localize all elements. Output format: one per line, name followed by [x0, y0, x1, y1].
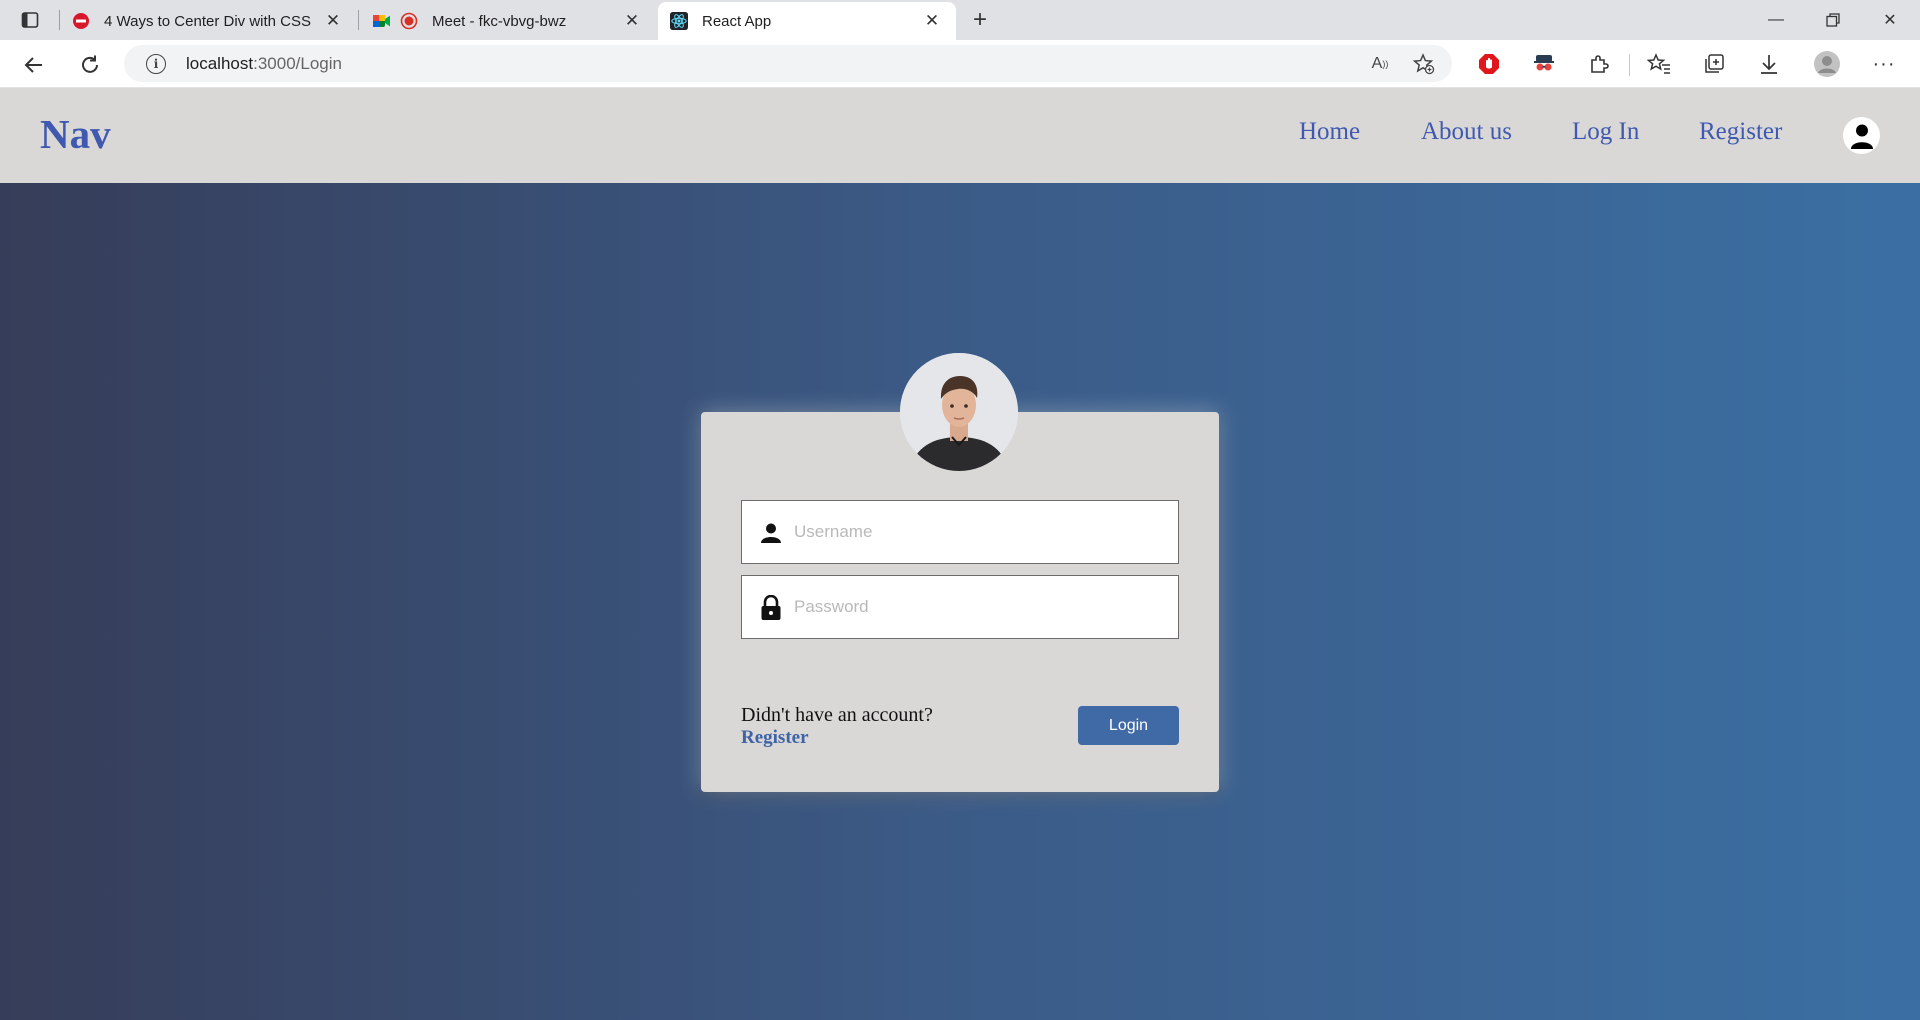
tab-title: React App [702, 12, 772, 30]
profile-photo [900, 353, 1018, 471]
profile-icon[interactable] [1813, 51, 1841, 77]
close-icon[interactable]: ✕ [922, 11, 942, 31]
lock-icon [759, 595, 783, 621]
close-window-button[interactable]: ✕ [1862, 0, 1918, 40]
browser-tab-bar: 4 Ways to Center Div with CSS - ✕ Meet -… [0, 0, 1920, 40]
site-navbar: Nav Home About us Log In Register [0, 88, 1920, 183]
refresh-button[interactable] [75, 50, 105, 80]
add-favorite-icon[interactable] [1412, 53, 1436, 75]
minimize-button[interactable]: — [1748, 0, 1804, 40]
brand-logo[interactable]: Nav [40, 110, 111, 158]
extensions-icon[interactable] [1585, 51, 1613, 77]
register-link[interactable]: Register [741, 727, 809, 749]
user-avatar[interactable] [1843, 117, 1880, 154]
back-button[interactable] [19, 50, 49, 80]
new-tab-button[interactable]: + [966, 6, 994, 34]
close-icon[interactable]: ✕ [622, 11, 642, 31]
tab-title: 4 Ways to Center Div with CSS - [104, 12, 315, 30]
downloads-icon[interactable] [1755, 51, 1783, 77]
nav-home-link[interactable]: Home [1299, 118, 1360, 146]
address-bar[interactable]: i localhost:3000/Login A)) [124, 45, 1452, 82]
username-field[interactable] [741, 500, 1179, 564]
password-field[interactable] [741, 575, 1179, 639]
register-prompt: Didn't have an account? [741, 704, 933, 726]
spy-extension-icon[interactable] [1530, 51, 1558, 77]
user-icon [1850, 124, 1873, 149]
collections-icon[interactable] [1700, 51, 1728, 77]
more-menu-icon[interactable]: ··· [1870, 51, 1898, 77]
favorites-icon[interactable] [1645, 51, 1673, 77]
react-icon [670, 12, 688, 30]
nav-about-link[interactable]: About us [1421, 118, 1512, 146]
adblock-icon[interactable] [1475, 51, 1503, 77]
nav-register-link[interactable]: Register [1699, 118, 1782, 146]
tab-separator [358, 10, 359, 30]
recording-icon [400, 12, 418, 30]
username-input[interactable] [794, 501, 1164, 563]
url-text: localhost:3000/Login [186, 54, 342, 73]
nav-login-link[interactable]: Log In [1572, 118, 1639, 146]
google-meet-icon [372, 12, 390, 30]
tab-actions-icon[interactable] [18, 9, 42, 31]
tab-center-div[interactable]: 4 Ways to Center Div with CSS - ✕ [60, 2, 357, 40]
browser-toolbar: i localhost:3000/Login A)) ··· [0, 40, 1920, 88]
password-input[interactable] [794, 576, 1164, 638]
tab-meet[interactable]: Meet - fkc-vbvg-bwz ✕ [360, 2, 656, 40]
close-icon[interactable]: ✕ [323, 11, 343, 31]
tab-react-app[interactable]: React App ✕ [658, 2, 956, 40]
user-icon [759, 520, 783, 546]
login-button[interactable]: Login [1078, 706, 1179, 745]
toolbar-separator [1629, 54, 1630, 76]
read-aloud-icon[interactable]: A)) [1368, 53, 1392, 75]
restore-button[interactable] [1805, 0, 1861, 40]
tab-title: Meet - fkc-vbvg-bwz [432, 12, 567, 30]
page-background: Nav Home About us Log In Register Didn't… [0, 88, 1920, 1020]
info-icon[interactable]: i [146, 54, 166, 74]
red-stop-icon [72, 12, 90, 30]
